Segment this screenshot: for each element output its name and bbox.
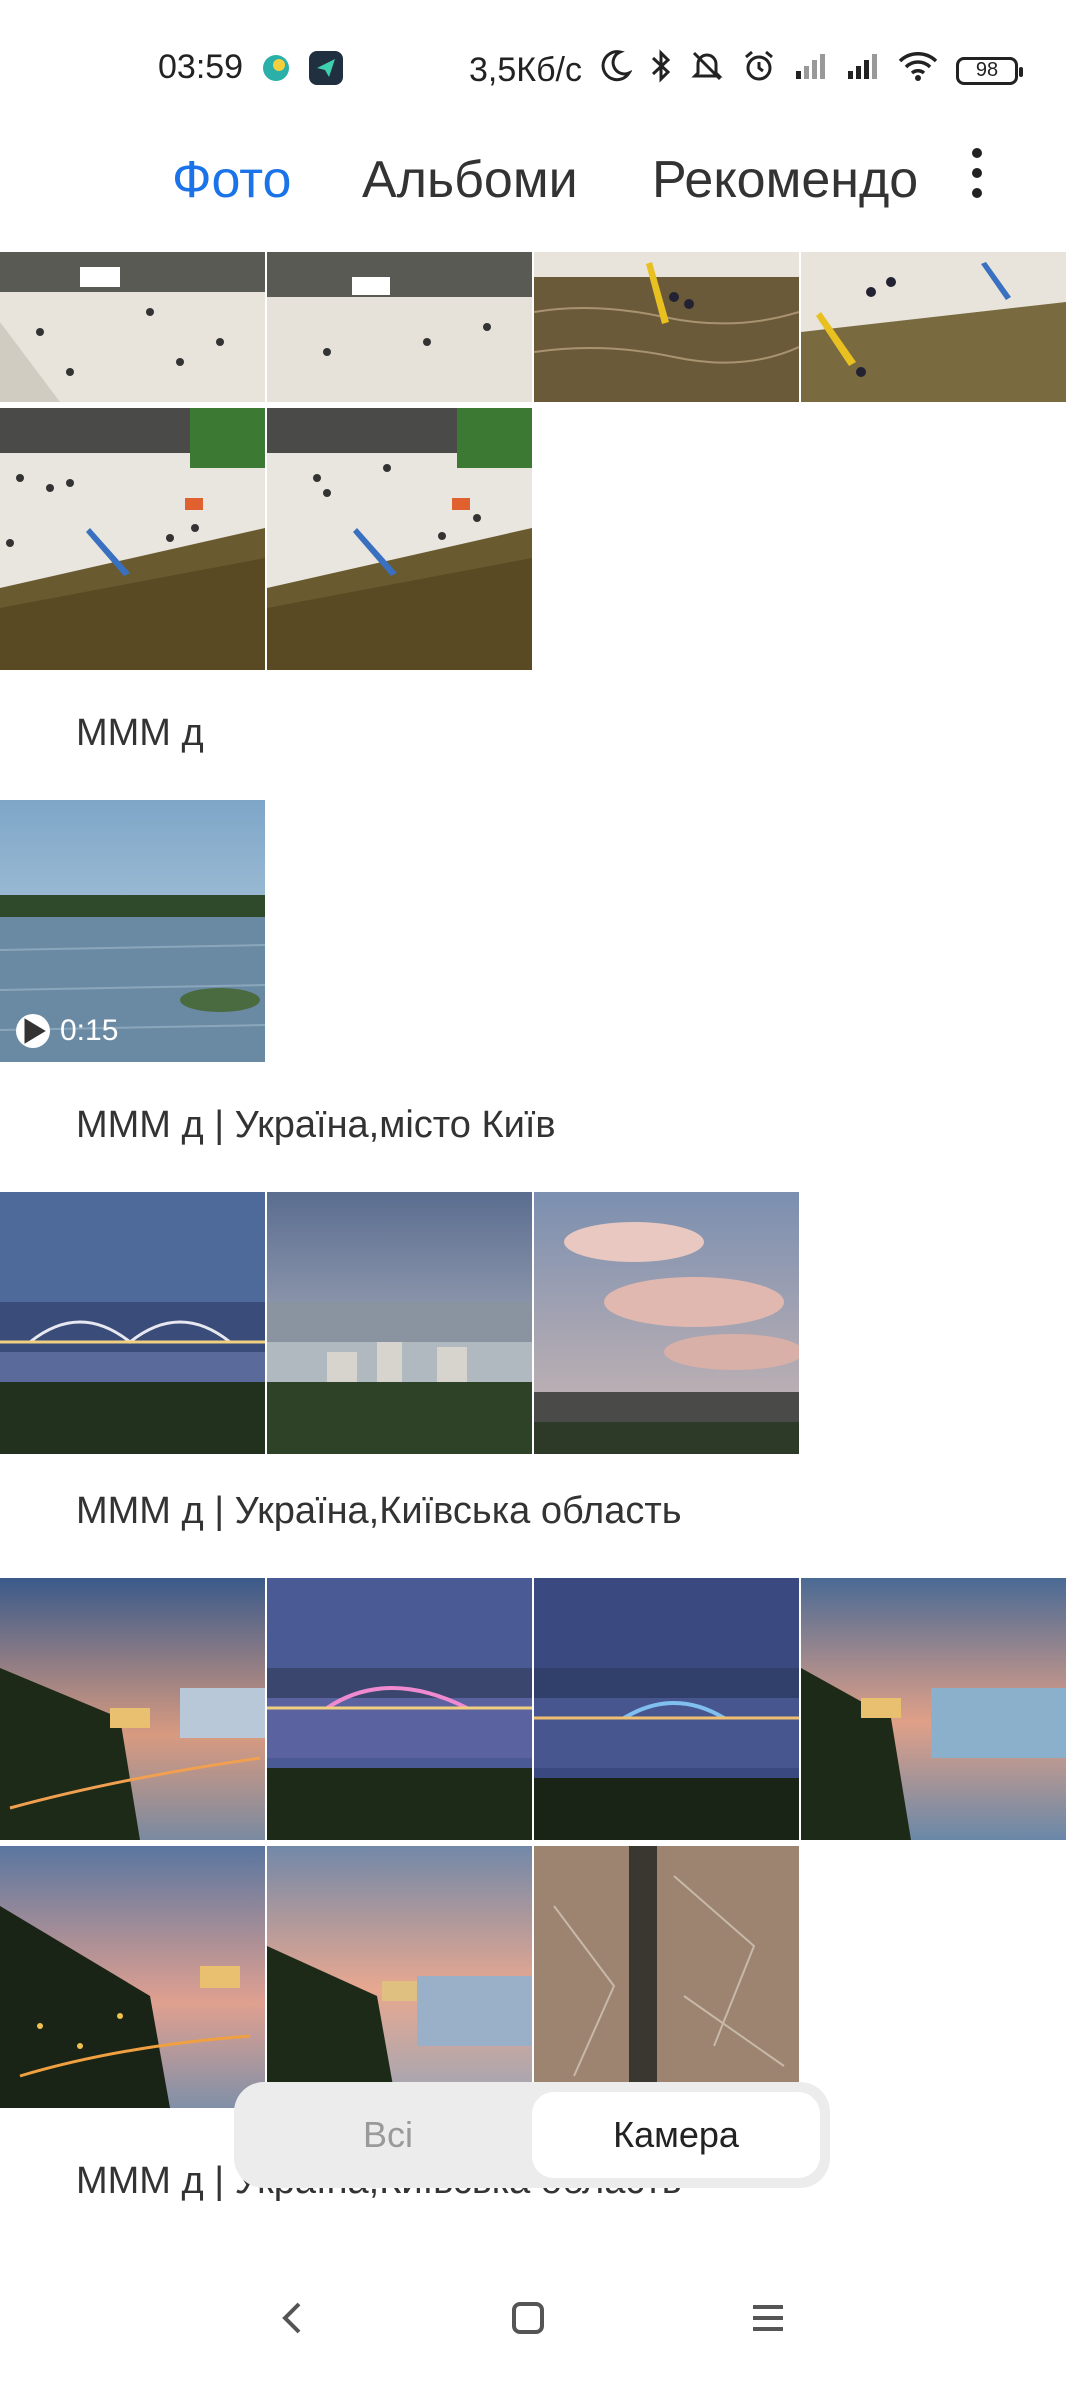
photo-thumbnail[interactable] — [801, 252, 1066, 402]
wifi-icon — [898, 50, 938, 91]
section-header: МММ д | Україна,Київська область — [76, 1490, 682, 1532]
home-icon[interactable] — [498, 2288, 558, 2348]
battery-icon: 98 — [956, 56, 1023, 85]
photo-thumbnail[interactable] — [534, 1846, 799, 2108]
source-filter: Всі Камера — [234, 2082, 830, 2188]
more-options-icon[interactable] — [962, 148, 992, 198]
tab-photos[interactable]: Фото — [172, 150, 291, 210]
status-bar: 03:59 3,5Кб/с 98 — [0, 0, 1080, 140]
photo-thumbnail[interactable] — [0, 408, 265, 670]
play-icon — [16, 1014, 50, 1048]
section-header: МММ д — [76, 712, 204, 754]
top-tabs: Фото Альбоми Рекомендо — [0, 140, 1080, 255]
photo-thumbnail[interactable] — [801, 1578, 1066, 1840]
photo-thumbnail[interactable] — [0, 1578, 265, 1840]
signal-icon — [794, 51, 828, 90]
network-speed: 3,5Кб/с — [469, 51, 582, 89]
signal-icon — [846, 51, 880, 90]
photo-thumbnail[interactable] — [0, 252, 265, 402]
filter-all[interactable]: Всі — [244, 2092, 532, 2178]
photo-thumbnail[interactable] — [534, 1192, 799, 1454]
back-icon[interactable] — [262, 2288, 322, 2348]
tab-albums[interactable]: Альбоми — [362, 150, 578, 210]
photo-thumbnail[interactable] — [267, 1846, 532, 2108]
status-time: 03:59 — [158, 48, 244, 86]
filter-camera[interactable]: Камера — [532, 2092, 820, 2178]
battery-level: 98 — [975, 59, 999, 81]
moon-icon — [600, 49, 633, 92]
navigation-bar — [0, 2240, 1080, 2400]
photo-thumbnail[interactable] — [267, 408, 532, 670]
video-thumbnail[interactable]: 0:15 — [0, 800, 265, 1062]
photo-thumbnail[interactable] — [267, 252, 532, 402]
bluetooth-icon — [650, 48, 672, 93]
photo-thumbnail[interactable] — [534, 1578, 799, 1840]
app-notification-icon — [259, 50, 294, 85]
photo-thumbnail[interactable] — [267, 1578, 532, 1840]
photo-thumbnail[interactable] — [0, 1846, 265, 2108]
telegram-icon — [309, 50, 344, 85]
video-badge: 0:15 — [16, 1014, 118, 1048]
alarm-icon — [742, 49, 776, 92]
mute-icon — [690, 49, 724, 92]
status-right: 3,5Кб/с 98 — [469, 48, 1023, 93]
photo-thumbnail[interactable] — [0, 1192, 265, 1454]
status-left: 03:59 — [158, 48, 344, 87]
photo-thumbnail[interactable] — [534, 252, 799, 402]
photo-thumbnail[interactable] — [267, 1192, 532, 1454]
recents-icon[interactable] — [738, 2288, 798, 2348]
tab-recommended[interactable]: Рекомендо — [652, 150, 934, 210]
section-header: МММ д | Україна,місто Київ — [76, 1104, 556, 1146]
video-duration: 0:15 — [60, 1014, 119, 1047]
